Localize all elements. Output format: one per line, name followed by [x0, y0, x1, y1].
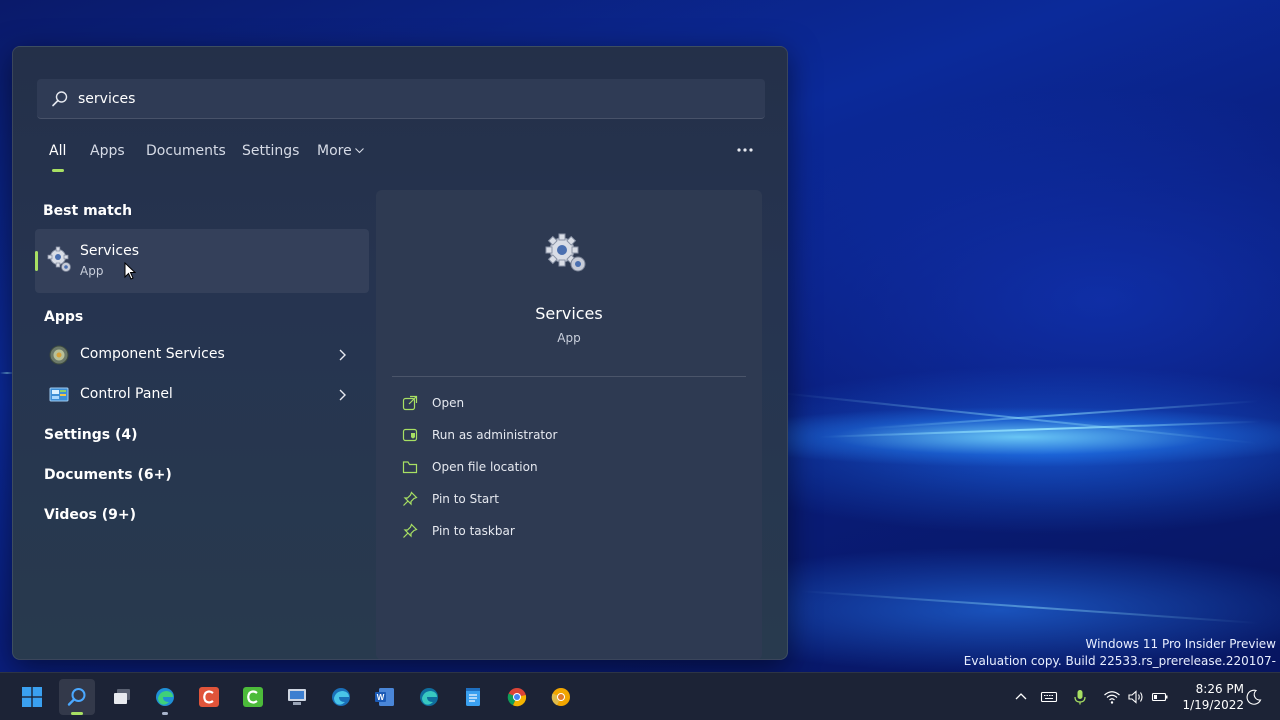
search-panel: All Apps Documents Settings More Best ma…: [12, 46, 788, 660]
mouse-cursor-icon: [124, 262, 136, 280]
chrome-icon: [507, 688, 527, 707]
action-open[interactable]: Open: [392, 388, 746, 418]
battery-icon[interactable]: [1151, 688, 1169, 706]
action-open-file-location[interactable]: Open file location: [392, 452, 746, 482]
preview-title: Services: [535, 304, 603, 323]
chevron-right-icon[interactable]: [337, 389, 347, 401]
app-name: Control Panel: [80, 386, 173, 402]
apps-heading: Apps: [44, 309, 84, 325]
app-c-green-icon: [243, 687, 263, 707]
wallpaper-light-streak: [859, 400, 1260, 430]
taskbar-remote-desktop[interactable]: [279, 679, 315, 715]
shield-icon: [402, 428, 418, 442]
search-icon: [52, 91, 68, 107]
action-label: Open file location: [432, 460, 538, 474]
edge-icon: [156, 688, 174, 706]
app-c-red-icon: [199, 687, 219, 707]
search-input[interactable]: [78, 87, 678, 111]
taskbar-chrome-canary[interactable]: [543, 679, 579, 715]
action-label: Run as administrator: [432, 428, 558, 442]
action-label: Open: [432, 396, 465, 410]
preview-divider: [392, 376, 746, 377]
watermark-line-edition: Windows 11 Pro Insider Preview: [1085, 637, 1276, 651]
tab-settings[interactable]: Settings: [242, 143, 299, 159]
category-documents[interactable]: Documents (6+): [44, 467, 172, 483]
taskbar: W 8:26 PM 1/19/2022: [0, 672, 1280, 720]
running-indicator: [162, 712, 168, 715]
open-external-icon: [402, 395, 418, 411]
windows-logo-icon: [22, 687, 42, 707]
start-button[interactable]: [14, 679, 50, 715]
category-videos[interactable]: Videos (9+): [44, 507, 136, 523]
result-name: Services: [80, 243, 140, 259]
wifi-icon[interactable]: [1103, 688, 1121, 706]
tab-more[interactable]: More: [317, 143, 364, 159]
best-match-heading: Best match: [43, 203, 133, 219]
clock-date: 1/19/2022: [1182, 698, 1244, 712]
more-horizontal-icon[interactable]: [737, 145, 753, 155]
volume-icon[interactable]: [1127, 688, 1145, 706]
app-name: Component Services: [80, 346, 225, 362]
tab-label: All: [49, 143, 67, 159]
control-panel-icon: [49, 387, 69, 402]
tab-label: More: [317, 143, 352, 159]
task-view-icon: [114, 689, 130, 704]
pin-icon: [403, 491, 418, 506]
edge-dev-icon: [420, 688, 438, 706]
taskbar-notepad[interactable]: [455, 679, 491, 715]
taskbar-app-red[interactable]: [191, 679, 227, 715]
word-icon: W: [375, 688, 394, 706]
notepad-icon: [466, 688, 480, 706]
edge-beta-icon: [332, 688, 350, 706]
tab-documents[interactable]: Documents: [146, 143, 226, 159]
remote-desktop-icon: [288, 689, 306, 705]
taskbar-edge-dev[interactable]: [411, 679, 447, 715]
best-match-item[interactable]: Services App: [35, 229, 369, 293]
taskbar-edge-beta[interactable]: [323, 679, 359, 715]
tab-label: Apps: [90, 143, 125, 159]
chevron-right-icon[interactable]: [337, 349, 347, 361]
search-icon: [67, 688, 86, 706]
taskbar-word[interactable]: W: [367, 679, 403, 715]
microphone-icon[interactable]: [1071, 688, 1089, 706]
chevron-down-icon: [355, 148, 364, 154]
pin-icon: [403, 523, 418, 538]
services-gears-icon: [47, 246, 71, 272]
action-label: Pin to Start: [432, 492, 499, 506]
taskbar-clock[interactable]: 8:26 PM 1/19/2022: [1176, 681, 1244, 713]
clock-time: 8:26 PM: [1195, 682, 1244, 696]
category-settings[interactable]: Settings (4): [44, 427, 138, 443]
chevron-up-icon[interactable]: [1012, 688, 1030, 706]
selection-indicator: [35, 251, 38, 271]
tab-label: Settings: [242, 143, 300, 159]
action-pin-to-start[interactable]: Pin to Start: [392, 484, 746, 514]
tab-all[interactable]: All: [49, 143, 67, 172]
wallpaper-light-streak: [799, 590, 1259, 625]
action-run-as-administrator[interactable]: Run as administrator: [392, 420, 746, 450]
component-services-icon: [49, 345, 69, 365]
app-result-control-panel[interactable]: Control Panel: [35, 376, 369, 414]
search-box[interactable]: [37, 79, 765, 119]
preview-pane: Services App Open Run as administrator O…: [376, 190, 762, 659]
result-type: App: [80, 264, 104, 278]
preview-subtitle: App: [557, 331, 581, 345]
action-pin-to-taskbar[interactable]: Pin to taskbar: [392, 516, 746, 546]
taskbar-search-button[interactable]: [59, 679, 95, 715]
services-gears-icon: [545, 233, 586, 272]
focus-assist-moon-icon[interactable]: [1245, 688, 1263, 706]
tab-apps[interactable]: Apps: [90, 143, 125, 159]
taskbar-chrome[interactable]: [499, 679, 535, 715]
app-result-component-services[interactable]: Component Services: [35, 336, 369, 374]
chrome-canary-icon: [551, 688, 570, 706]
svg-text:W: W: [377, 693, 385, 702]
keyboard-icon[interactable]: [1040, 688, 1058, 706]
tab-active-indicator: [52, 169, 64, 172]
folder-icon: [402, 461, 418, 474]
taskbar-app-green[interactable]: [235, 679, 271, 715]
taskbar-edge[interactable]: [147, 679, 183, 715]
task-view-button[interactable]: [104, 679, 140, 715]
action-label: Pin to taskbar: [432, 524, 515, 538]
tab-label: Documents: [146, 143, 226, 159]
active-indicator: [71, 712, 83, 715]
